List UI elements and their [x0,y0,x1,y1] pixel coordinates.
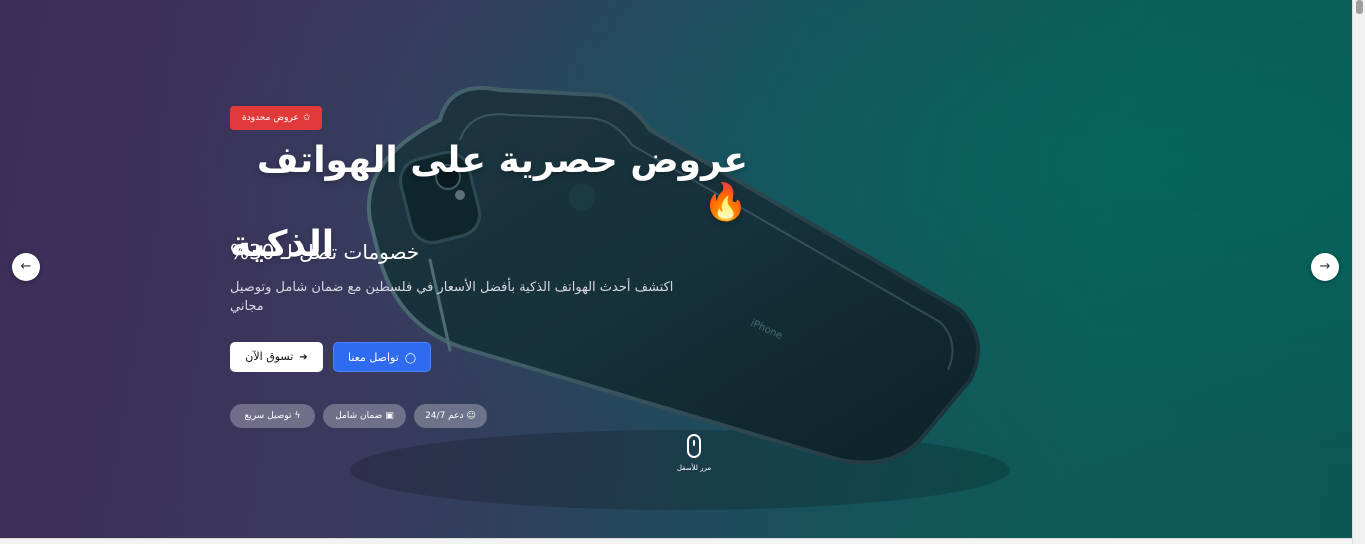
hero-subheadline: %خصومات تصل لـ 30 [230,240,420,264]
hero-slider: iPhone ✩عروض محدودة عروض حصرية على الهوا… [0,0,1352,538]
badge-label: عروض محدودة [242,113,299,123]
page-scrollbar[interactable] [1352,0,1365,544]
chat-icon: ◯ [404,353,417,364]
contact-us-button[interactable]: ◯ تواصل معنا [333,342,431,372]
fire-icon: 🔥 [703,182,748,223]
hero-description: اكتشف أحدث الهواتف الذكية بأفضل الأسعار … [230,280,674,314]
arrow-right-icon: → [1319,259,1331,274]
star-icon: ✩ [302,113,311,123]
feature-full-warranty: ▣ضمان شامل [323,404,406,428]
scroll-down-hint[interactable]: مرر للأسفل [669,434,719,473]
feature-support: ☺دعم 24/7 [414,404,487,428]
bolt-icon: ϟ [294,411,301,421]
scrollbar-thumb[interactable] [1356,0,1363,14]
feature-label: دعم 24/7 [425,411,464,421]
feature-label: توصيل سريع [244,411,292,421]
page: iPhone ✩عروض محدودة عروض حصرية على الهوا… [0,0,1365,544]
shop-now-button[interactable]: ➔ تسوق الآن [230,342,323,372]
mouse-icon [687,434,701,458]
arrow-left-icon: ← [20,259,32,274]
scroll-hint-label: مرر للأسفل [676,464,712,472]
shop-now-label: تسوق الآن [245,350,294,363]
feature-label: ضمان شامل [335,411,383,421]
limited-offers-badge: ✩عروض محدودة [230,106,323,130]
next-section-edge [0,538,1352,544]
headline-line1: عروض حصرية على الهواتف [256,140,748,181]
users-icon: ☺ [466,411,476,421]
contact-us-label: تواصل معنا [347,351,399,364]
gift-icon: ▣ [385,411,394,421]
carousel-prev-button[interactable]: ← [12,253,40,281]
feature-fast-delivery: ϟتوصيل سريع [230,404,315,428]
carousel-next-button[interactable]: → [1311,253,1339,281]
arrow-right-icon: ➔ [299,352,308,363]
